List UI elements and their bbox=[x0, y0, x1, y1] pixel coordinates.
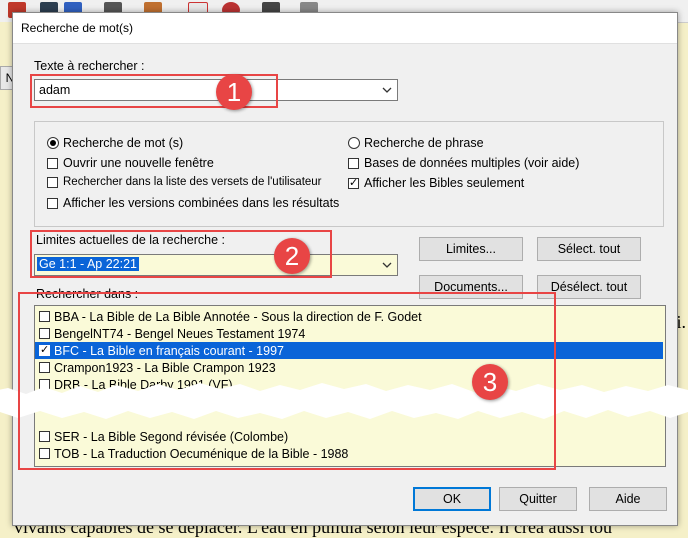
radio-icon bbox=[348, 137, 360, 149]
radio-checked-icon bbox=[47, 137, 59, 149]
dialog-title: Recherche de mot(s) bbox=[13, 13, 677, 44]
checkbox-icon bbox=[47, 157, 58, 169]
annotation-badge: 1 bbox=[216, 74, 252, 110]
combined-versions-checkbox[interactable]: Afficher les versions combinées dans les… bbox=[47, 196, 339, 210]
quit-button[interactable]: Quitter bbox=[499, 487, 577, 511]
user-verse-list-label: Rechercher dans la liste des versets de … bbox=[63, 176, 322, 188]
search-options-group: Recherche de mot (s) Recherche de phrase… bbox=[34, 121, 664, 227]
chevron-down-icon[interactable] bbox=[381, 84, 393, 96]
checkbox-icon bbox=[47, 176, 58, 188]
new-window-label: Ouvrir une nouvelle fenêtre bbox=[63, 156, 214, 170]
user-verse-list-checkbox[interactable]: Rechercher dans la liste des versets de … bbox=[47, 176, 322, 188]
select-all-button[interactable]: Sélect. tout bbox=[537, 237, 641, 261]
ok-button[interactable]: OK bbox=[413, 487, 491, 511]
search-text-label: Texte à rechercher : bbox=[34, 59, 145, 73]
multiple-db-checkbox[interactable]: Bases de données multiples (voir aide) bbox=[348, 156, 579, 170]
checkbox-icon bbox=[47, 197, 58, 209]
combined-versions-label: Afficher les versions combinées dans les… bbox=[63, 196, 340, 210]
checkbox-checked-icon bbox=[348, 176, 359, 189]
word-search-label: Recherche de mot (s) bbox=[63, 136, 184, 150]
multiple-db-label: Bases de données multiples (voir aide) bbox=[364, 156, 580, 170]
annotation-badge: 2 bbox=[274, 238, 310, 274]
bibles-only-label: Afficher les Bibles seulement bbox=[364, 176, 525, 190]
chevron-down-icon[interactable] bbox=[381, 259, 393, 271]
word-search-radio[interactable]: Recherche de mot (s) bbox=[47, 136, 183, 150]
limits-button[interactable]: Limites... bbox=[419, 237, 523, 261]
help-button[interactable]: Aide bbox=[589, 487, 667, 511]
bibles-only-checkbox[interactable]: Afficher les Bibles seulement bbox=[348, 176, 524, 190]
phrase-search-label: Recherche de phrase bbox=[364, 136, 484, 150]
checkbox-icon bbox=[348, 157, 359, 169]
new-window-checkbox[interactable]: Ouvrir une nouvelle fenêtre bbox=[47, 156, 214, 170]
annotation-badge: 3 bbox=[472, 364, 508, 400]
phrase-search-radio[interactable]: Recherche de phrase bbox=[348, 136, 484, 150]
